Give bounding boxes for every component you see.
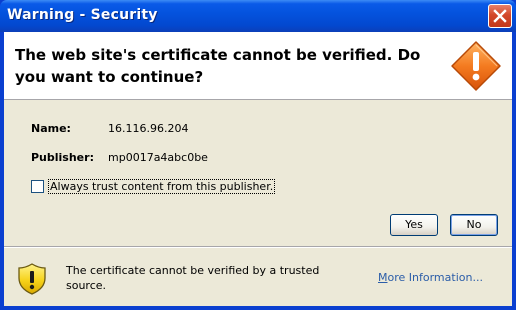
header-message: The web site's certificate cannot be ver… [15, 46, 421, 86]
always-trust-checkbox[interactable] [31, 180, 44, 193]
name-label: Name: [31, 122, 71, 135]
more-info-text: ore Information... [387, 271, 483, 284]
more-info-accelerator: M [378, 271, 388, 284]
warning-diamond-icon [451, 41, 501, 91]
close-button[interactable] [488, 4, 512, 28]
yes-button[interactable]: Yes [390, 214, 438, 236]
security-warning-dialog: Warning - Security The web site's certif… [0, 0, 516, 310]
footer-message: The certificate cannot be verified by a … [66, 264, 320, 292]
publisher-value: mp0017a4abc0be [108, 151, 208, 164]
footer-separator [4, 246, 512, 248]
dialog-header: The web site's certificate cannot be ver… [4, 32, 512, 100]
publisher-label: Publisher: [31, 151, 94, 164]
always-trust-label[interactable]: Always trust content from this publisher… [47, 179, 276, 194]
window-title: Warning - Security [7, 7, 158, 23]
no-button[interactable]: No [450, 214, 498, 236]
name-value: 16.116.96.204 [108, 122, 189, 135]
close-icon [493, 9, 507, 23]
dialog-body: The web site's certificate cannot be ver… [4, 32, 512, 306]
more-information-link[interactable]: More Information... [378, 271, 483, 284]
warning-shield-icon [18, 263, 46, 295]
title-bar[interactable]: Warning - Security [0, 0, 516, 32]
